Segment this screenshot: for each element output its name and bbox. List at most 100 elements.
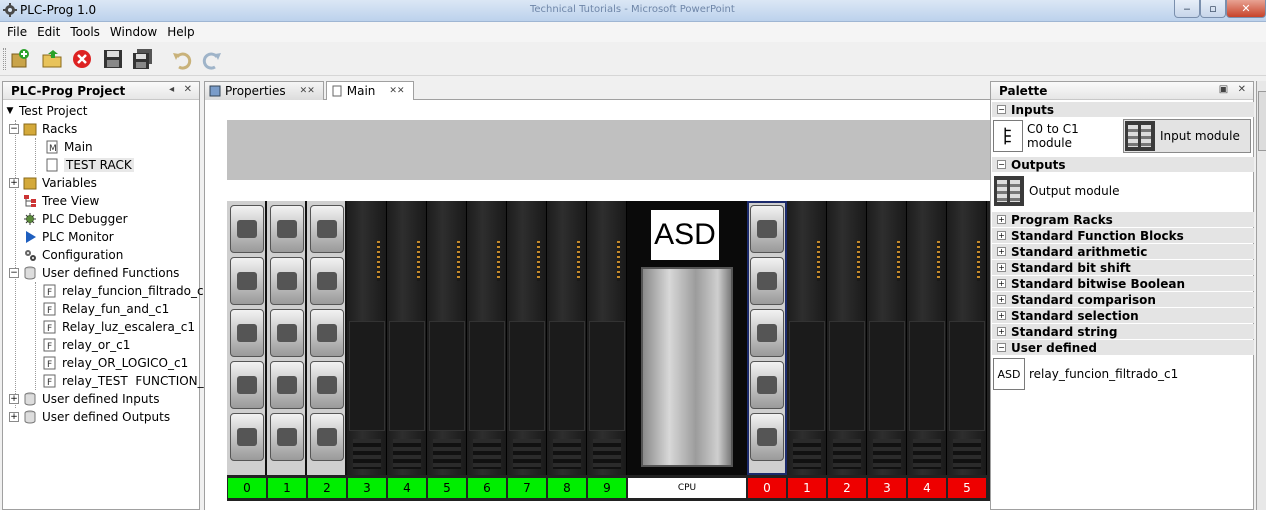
collapse-toggle[interactable]: −: [997, 343, 1006, 352]
palette-section-program-racks[interactable]: + Program Racks: [992, 212, 1254, 227]
tab-main[interactable]: Main ✕✕: [325, 81, 414, 100]
palette-section-standard-comparison[interactable]: + Standard comparison: [992, 292, 1254, 307]
expand-toggle[interactable]: +: [997, 263, 1006, 272]
expand-toggle[interactable]: +: [9, 394, 19, 404]
tree-item-configuration[interactable]: Configuration: [23, 246, 123, 264]
tree-item-plc-debugger[interactable]: PLC Debugger: [23, 210, 128, 228]
tree-item-main[interactable]: M Main: [45, 138, 93, 156]
palette-item-output-module[interactable]: Output module: [993, 174, 1133, 208]
empty-slot-module[interactable]: [387, 201, 427, 475]
palette-section-inputs[interactable]: − Inputs: [992, 102, 1254, 117]
tree-item-plc-monitor[interactable]: PLC Monitor: [23, 228, 114, 246]
tree-item-user-defined-outputs[interactable]: + User defined Outputs: [9, 408, 170, 426]
tree-item-function[interactable]: F Relay_fun_and_c1: [43, 300, 169, 318]
palette-item-user-function[interactable]: ASD relay_funcion_filtrado_c1: [993, 357, 1193, 391]
close-button[interactable]: ✕: [1226, 0, 1266, 18]
empty-slot-module[interactable]: [347, 201, 387, 475]
palette-section-standard-selection[interactable]: + Standard selection: [992, 308, 1254, 323]
expand-toggle[interactable]: +: [997, 231, 1006, 240]
close-tab-icon[interactable]: ✕✕: [389, 86, 404, 96]
empty-slot-module[interactable]: [427, 201, 467, 475]
tree-item-function[interactable]: F Relay_luz_escalera_c1: [43, 318, 195, 336]
empty-slot-module[interactable]: [467, 201, 507, 475]
expand-toggle[interactable]: +: [997, 327, 1006, 336]
palette-section-outputs[interactable]: − Outputs: [992, 157, 1254, 172]
collapse-toggle[interactable]: −: [997, 105, 1006, 114]
palette-item-input-module[interactable]: Input module: [1123, 119, 1251, 153]
empty-slot-module[interactable]: [867, 201, 907, 475]
menu-tools[interactable]: Tools: [65, 25, 105, 39]
tree-item-function[interactable]: F relay_TEST FUNCTION_c1: [43, 372, 218, 390]
expand-toggle[interactable]: +: [997, 247, 1006, 256]
rack-canvas[interactable]: ASD 0 1 2 3 4 5 6 7 8 9 CPU 0 1 2 3 4 5: [204, 100, 990, 510]
empty-slot-module[interactable]: [587, 201, 627, 475]
save-all-button[interactable]: [131, 47, 155, 71]
tree-item-variables[interactable]: + Variables: [9, 174, 97, 192]
svg-text:M: M: [49, 144, 57, 154]
input-slot-number: 0: [227, 477, 267, 499]
expand-toggle[interactable]: +: [9, 412, 19, 422]
svg-text:F: F: [47, 288, 52, 298]
menu-edit[interactable]: Edit: [32, 25, 65, 39]
panel-buttons[interactable]: ◂ ✕: [169, 84, 195, 95]
empty-slot-module[interactable]: [547, 201, 587, 475]
expand-toggle[interactable]: +: [997, 279, 1006, 288]
redo-button[interactable]: [200, 47, 224, 71]
redo-icon: [202, 52, 221, 70]
palette-section-standard-bit-shift[interactable]: + Standard bit shift: [992, 260, 1254, 275]
function-icon: F: [43, 338, 57, 352]
tree-item-user-defined-functions[interactable]: − User defined Functions: [9, 264, 179, 282]
open-project-button[interactable]: [40, 47, 64, 71]
empty-slot-module[interactable]: [507, 201, 547, 475]
close-project-button[interactable]: [70, 47, 94, 71]
tree-view-icon: [23, 194, 37, 208]
tree-item-function[interactable]: F relay_funcion_filtrado_c1: [43, 282, 211, 300]
tree-item-function[interactable]: F relay_OR_LOGICO_c1: [43, 354, 188, 372]
tree-item-tree-view[interactable]: Tree View: [23, 192, 99, 210]
input-module[interactable]: [227, 201, 267, 475]
expand-toggle[interactable]: +: [997, 215, 1006, 224]
input-module[interactable]: [267, 201, 307, 475]
tree-item-racks[interactable]: − Racks: [9, 120, 77, 138]
empty-slot-module[interactable]: [907, 201, 947, 475]
close-tab-icon[interactable]: ✕✕: [300, 86, 315, 96]
tree-item-function[interactable]: F relay_or_c1: [43, 336, 130, 354]
expand-toggle[interactable]: +: [9, 178, 19, 188]
minimize-button[interactable]: ‒: [1174, 0, 1200, 18]
collapse-toggle[interactable]: −: [9, 268, 19, 278]
menu-window[interactable]: Window: [105, 25, 162, 39]
maximize-button[interactable]: ▫: [1200, 0, 1226, 18]
tree-item-user-defined-inputs[interactable]: + User defined Inputs: [9, 390, 159, 408]
database-icon: [23, 392, 37, 406]
palette-section-user-defined[interactable]: − User defined: [992, 340, 1254, 355]
empty-slot-module[interactable]: [827, 201, 867, 475]
empty-slot-module[interactable]: [947, 201, 987, 475]
expand-toggle[interactable]: +: [997, 311, 1006, 320]
tree-item-test-rack[interactable]: TEST RACK: [45, 156, 134, 174]
toolbar-grip[interactable]: [3, 48, 6, 70]
input-module[interactable]: [307, 201, 347, 475]
menu-file[interactable]: File: [2, 25, 32, 39]
empty-slot-module[interactable]: [787, 201, 827, 475]
database-icon: [23, 410, 37, 424]
collapse-toggle[interactable]: −: [9, 124, 19, 134]
panel-buttons[interactable]: ▣ ✕: [1219, 84, 1249, 95]
palette-section-standard-string[interactable]: + Standard string: [992, 324, 1254, 339]
palette-section-standard-arithmetic[interactable]: + Standard arithmetic: [992, 244, 1254, 259]
undo-button[interactable]: [170, 47, 194, 71]
side-dock-tab[interactable]: [1258, 91, 1266, 151]
tab-properties[interactable]: Properties ✕✕: [204, 81, 324, 100]
cpu-front-panel: [641, 267, 733, 467]
collapse-toggle[interactable]: −: [997, 160, 1006, 169]
expand-toggle[interactable]: +: [997, 295, 1006, 304]
save-button[interactable]: [101, 47, 125, 71]
palette-section-standard-function-blocks[interactable]: + Standard Function Blocks: [992, 228, 1254, 243]
cpu-module[interactable]: ASD: [627, 201, 747, 475]
selected-module[interactable]: [747, 201, 787, 475]
collapse-arrow-icon[interactable]: ▼: [5, 106, 15, 116]
palette-item-c0-c1-module[interactable]: C0 to C1 module: [993, 119, 1117, 153]
palette-section-standard-bitwise-boolean[interactable]: + Standard bitwise Boolean: [992, 276, 1254, 291]
new-project-button[interactable]: [8, 47, 32, 71]
menu-help[interactable]: Help: [162, 25, 199, 39]
tree-item-test-project[interactable]: ▼ Test Project: [5, 102, 88, 120]
